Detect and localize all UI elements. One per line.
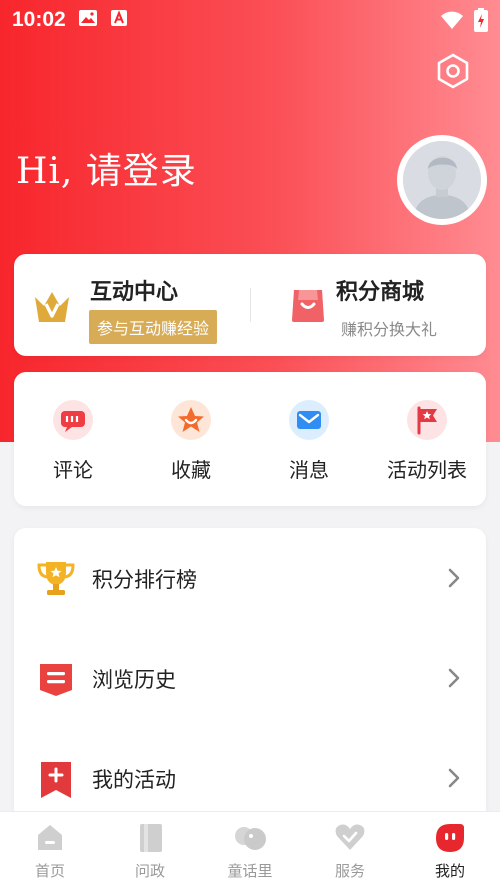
quick-actions-card: 评论 收藏 消息 活动列表 <box>14 372 486 506</box>
service-icon <box>334 822 366 856</box>
tab-label: 首页 <box>34 862 65 880</box>
shopping-bag-icon <box>290 286 326 328</box>
flag-icon <box>407 400 447 440</box>
fairytale-icon <box>230 822 270 856</box>
bottom-tab-bar: 首页 问政 童话里 服务 我的 <box>0 811 500 888</box>
tab-inquiry[interactable]: 问政 <box>100 812 200 888</box>
chevron-right-icon <box>448 668 460 692</box>
tab-label: 服务 <box>334 862 365 880</box>
points-mall-title: 积分商城 <box>336 280 425 305</box>
menu-list-card: 积分排行榜 浏览历史 我的活动 <box>14 528 486 828</box>
quick-action-label: 消息 <box>289 458 329 482</box>
interaction-badge: 参与互动赚经验 <box>89 310 218 344</box>
status-bar: 10:02 <box>0 0 500 40</box>
tab-label: 我的 <box>434 862 465 880</box>
menu-item-points-ranking[interactable]: 积分排行榜 <box>14 528 486 628</box>
avatar[interactable] <box>397 135 487 225</box>
login-prompt[interactable]: Hi, 请登录 <box>16 142 197 194</box>
status-time: 10:02 <box>12 8 66 31</box>
menu-item-label: 积分排行榜 <box>92 568 197 592</box>
tab-profile[interactable]: 我的 <box>400 812 500 888</box>
tab-home[interactable]: 首页 <box>0 812 100 888</box>
home-icon <box>35 822 65 856</box>
quick-action-label: 活动列表 <box>387 458 467 482</box>
interaction-center-entry[interactable]: 互动中心 参与互动赚经验 <box>14 254 250 356</box>
feature-card: 互动中心 参与互动赚经验 积分商城 赚积分换大礼 <box>14 254 486 356</box>
points-mall-subtitle: 赚积分换大礼 <box>341 320 438 339</box>
quick-action-label: 评论 <box>53 458 93 482</box>
tab-label: 问政 <box>134 862 165 880</box>
settings-button[interactable] <box>434 52 472 90</box>
default-avatar-icon <box>403 141 481 219</box>
mail-icon <box>289 400 329 440</box>
star-icon <box>171 400 211 440</box>
quick-action-messages[interactable]: 消息 <box>250 372 368 506</box>
activity-icon <box>36 760 76 804</box>
battery-icon <box>474 8 488 36</box>
trophy-icon <box>36 560 76 602</box>
comment-icon <box>53 400 93 440</box>
wifi-icon <box>440 10 464 34</box>
points-mall-entry[interactable]: 积分商城 赚积分换大礼 <box>250 254 486 356</box>
tab-label: 童话里 <box>227 862 273 880</box>
history-icon <box>36 660 76 704</box>
app-notification-icon <box>110 9 128 31</box>
quick-action-comment[interactable]: 评论 <box>14 372 132 506</box>
tab-service[interactable]: 服务 <box>300 812 400 888</box>
profile-icon <box>434 822 466 858</box>
tab-fairytale[interactable]: 童话里 <box>200 812 300 888</box>
chevron-right-icon <box>448 568 460 592</box>
gallery-icon <box>78 9 98 31</box>
quick-action-label: 收藏 <box>171 458 211 482</box>
crown-icon <box>32 288 72 328</box>
quick-action-favorite[interactable]: 收藏 <box>132 372 250 506</box>
inquiry-icon <box>135 822 165 858</box>
quick-action-events[interactable]: 活动列表 <box>368 372 486 506</box>
settings-icon <box>437 53 469 89</box>
interaction-center-title: 互动中心 <box>90 280 179 305</box>
menu-item-label: 浏览历史 <box>92 668 176 692</box>
menu-item-browse-history[interactable]: 浏览历史 <box>14 628 486 728</box>
menu-item-label: 我的活动 <box>92 768 176 792</box>
chevron-right-icon <box>448 768 460 792</box>
